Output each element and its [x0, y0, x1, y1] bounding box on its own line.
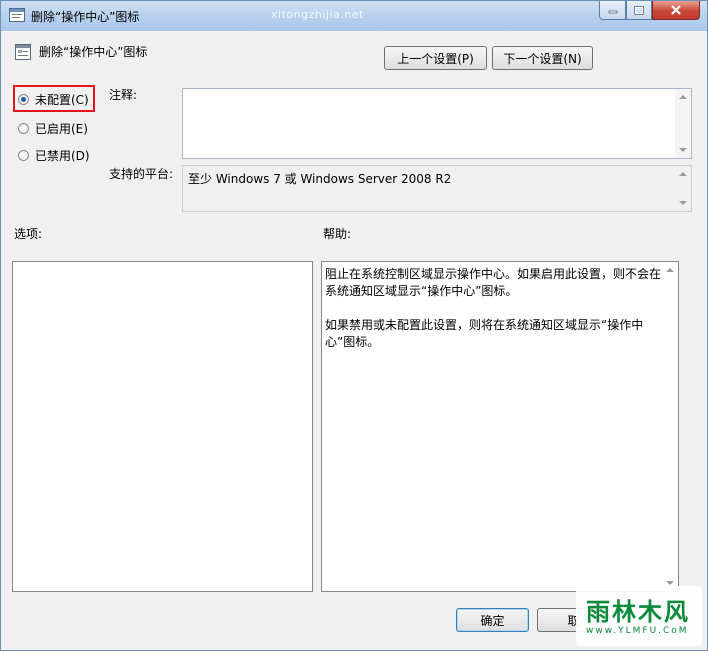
next-setting-button[interactable]: 下一个设置(N) — [492, 46, 593, 70]
help-paragraph: 如果禁用或未配置此设置，则将在系统通知区域显示“操作中心”图标。 — [325, 318, 644, 349]
ok-button[interactable]: 确定 — [456, 608, 529, 632]
radio-not-configured[interactable]: 未配置(C) — [18, 91, 89, 108]
scroll-down-icon[interactable] — [679, 148, 687, 152]
previous-setting-button[interactable]: 上一个设置(P) — [384, 46, 487, 70]
window-title: 删除“操作中心”图标 — [31, 10, 140, 24]
close-icon — [671, 5, 681, 15]
maximize-button[interactable] — [626, 1, 652, 20]
title-bar[interactable]: 删除“操作中心”图标 xitongzhijia.net — [1, 1, 707, 31]
scroll-up-icon[interactable] — [679, 95, 687, 99]
minimize-icon — [608, 10, 617, 14]
radio-label: 已禁用(D) — [35, 149, 90, 163]
comment-textarea[interactable] — [182, 88, 692, 159]
setting-title: 删除“操作中心”图标 — [39, 45, 148, 59]
watermark-logo: 雨林木风 www.YLMFU.CoM — [576, 586, 702, 646]
radio-disabled[interactable]: 已禁用(D) — [18, 147, 90, 164]
supported-platform-label: 支持的平台: — [109, 167, 174, 181]
radio-button-icon[interactable] — [18, 94, 29, 105]
options-pane[interactable] — [12, 261, 313, 592]
watermark-url: xitongzhijia.net — [271, 8, 364, 21]
scroll-up-icon[interactable] — [679, 172, 687, 176]
help-pane[interactable]: 阻止在系统控制区域显示操作中心。如果启用此设置，则不会在系统通知区域显示“操作中… — [321, 261, 679, 592]
watermark-logo-text: 雨林木风 — [586, 597, 690, 626]
comment-scrollbar[interactable] — [675, 89, 691, 158]
platform-scrollbar[interactable] — [675, 166, 691, 211]
close-button[interactable] — [652, 1, 700, 20]
maximize-icon — [634, 5, 644, 15]
policy-settings-icon — [9, 8, 25, 22]
radio-button-icon[interactable] — [18, 123, 29, 134]
minimize-button[interactable] — [599, 1, 626, 20]
options-label: 选项: — [14, 227, 43, 241]
scroll-down-icon[interactable] — [679, 201, 687, 205]
scroll-down-icon[interactable] — [666, 581, 674, 585]
radio-enabled[interactable]: 已启用(E) — [18, 120, 88, 137]
comment-label: 注释: — [109, 88, 138, 102]
policy-editor-window: 删除“操作中心”图标 xitongzhijia.net 删除“操作中心”图标 上… — [0, 0, 708, 651]
help-text: 阻止在系统控制区域显示操作中心。如果启用此设置，则不会在系统通知区域显示“操作中… — [325, 266, 665, 368]
radio-label: 未配置(C) — [35, 93, 89, 107]
watermark-logo-url: www.YLMFU.CoM — [586, 626, 689, 636]
help-paragraph: 阻止在系统控制区域显示操作中心。如果启用此设置，则不会在系统通知区域显示“操作中… — [325, 267, 662, 298]
supported-platform-value: 至少 Windows 7 或 Windows Server 2008 R2 — [188, 172, 452, 186]
help-label: 帮助: — [323, 227, 352, 241]
scroll-up-icon[interactable] — [666, 268, 674, 272]
radio-selected-dot — [21, 97, 26, 102]
supported-platform-field: 至少 Windows 7 或 Windows Server 2008 R2 — [182, 165, 692, 212]
help-scrollbar[interactable] — [662, 262, 678, 591]
radio-button-icon[interactable] — [18, 150, 29, 161]
dialog-content: 删除“操作中心”图标 上一个设置(P) 下一个设置(N) 未配置(C) 已启用(… — [8, 32, 700, 644]
setting-page-icon — [15, 44, 31, 60]
radio-label: 已启用(E) — [35, 122, 88, 136]
